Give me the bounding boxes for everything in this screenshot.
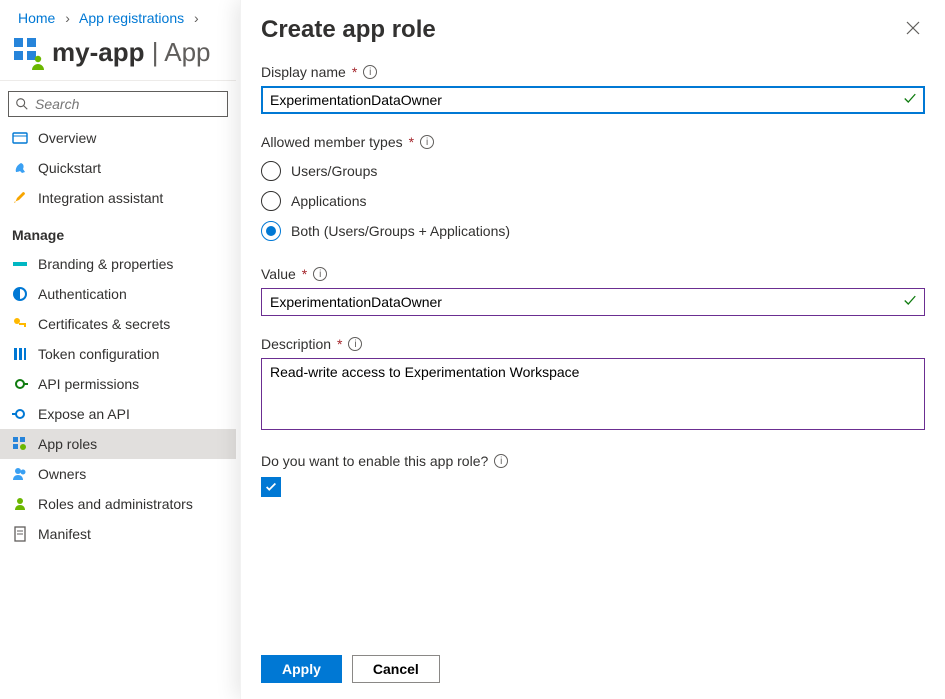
sidebar-item-label: Branding & properties — [38, 256, 173, 272]
sidebar-item-app-roles[interactable]: App roles — [0, 429, 236, 459]
value-input[interactable] — [261, 288, 925, 316]
description-input[interactable] — [261, 358, 925, 430]
sidebar-item-token-configuration[interactable]: Token configuration — [0, 339, 236, 369]
sidebar-item-label: Quickstart — [38, 160, 101, 176]
branding-icon — [12, 256, 28, 272]
sidebar-item-roles-administrators[interactable]: Roles and administrators — [0, 489, 236, 519]
radio-icon — [261, 161, 281, 181]
manifest-icon — [12, 526, 28, 542]
api-permissions-icon — [12, 376, 28, 392]
sidebar-item-expose-api[interactable]: Expose an API — [0, 399, 236, 429]
radio-users-groups[interactable]: Users/Groups — [261, 156, 925, 186]
sidebar-item-label: Certificates & secrets — [38, 316, 170, 332]
sidebar-item-label: API permissions — [38, 376, 139, 392]
apply-button[interactable]: Apply — [261, 655, 342, 683]
sidebar-item-authentication[interactable]: Authentication — [0, 279, 236, 309]
sidebar-item-label: Authentication — [38, 286, 127, 302]
cancel-button[interactable]: Cancel — [352, 655, 440, 683]
sidebar-item-branding[interactable]: Branding & properties — [0, 249, 236, 279]
sidebar-item-certificates-secrets[interactable]: Certificates & secrets — [0, 309, 236, 339]
overview-icon — [12, 130, 28, 146]
sidebar-item-overview[interactable]: Overview — [0, 123, 236, 153]
info-icon[interactable]: i — [363, 65, 377, 79]
chevron-right-icon: › — [65, 10, 70, 26]
description-label: Description — [261, 336, 331, 352]
enable-role-checkbox[interactable] — [261, 477, 281, 497]
sidebar-item-integration-assistant[interactable]: Integration assistant — [0, 183, 236, 213]
sidebar-group-manage: Manage — [0, 213, 236, 249]
app-roles-icon — [12, 436, 28, 452]
token-icon — [12, 346, 28, 362]
radio-icon — [261, 221, 281, 241]
enable-role-label: Do you want to enable this app role? — [261, 453, 488, 469]
close-button[interactable] — [901, 16, 925, 43]
value-label: Value — [261, 266, 296, 282]
radio-icon — [261, 191, 281, 211]
chevron-right-icon: › — [194, 10, 199, 26]
info-icon[interactable]: i — [420, 135, 434, 149]
key-icon — [12, 316, 28, 332]
sidebar-item-manifest[interactable]: Manifest — [0, 519, 236, 549]
panel-title: Create app role — [261, 16, 901, 44]
breadcrumb-app-registrations[interactable]: App registrations — [79, 10, 184, 26]
admin-icon — [12, 496, 28, 512]
sidebar-item-label: Roles and administrators — [38, 496, 193, 512]
display-name-label: Display name — [261, 64, 346, 80]
sidebar-item-api-permissions[interactable]: API permissions — [0, 369, 236, 399]
required-indicator: * — [337, 336, 342, 352]
sidebar-item-label: Expose an API — [38, 406, 130, 422]
rocket-icon — [12, 190, 28, 206]
info-icon[interactable]: i — [348, 337, 362, 351]
info-icon[interactable]: i — [494, 454, 508, 468]
close-icon — [905, 20, 921, 36]
sidebar-item-quickstart[interactable]: Quickstart — [0, 153, 236, 183]
sidebar-item-label: Manifest — [38, 526, 91, 542]
info-icon[interactable]: i — [313, 267, 327, 281]
sidebar-item-label: App roles — [38, 436, 97, 452]
checkmark-icon — [264, 480, 278, 494]
app-icon — [12, 36, 44, 68]
required-indicator: * — [302, 266, 307, 282]
checkmark-icon — [903, 294, 917, 311]
breadcrumb-home[interactable]: Home — [18, 10, 55, 26]
allowed-member-types-label: Allowed member types — [261, 134, 403, 150]
expose-api-icon — [12, 406, 28, 422]
required-indicator: * — [352, 64, 357, 80]
sidebar: Overview Quickstart Integration assistan… — [0, 80, 236, 549]
radio-applications[interactable]: Applications — [261, 186, 925, 216]
quickstart-icon — [12, 160, 28, 176]
radio-label: Applications — [291, 193, 367, 209]
search-icon — [15, 97, 29, 111]
page-title: my-app | App — [52, 37, 211, 68]
radio-both[interactable]: Both (Users/Groups + Applications) — [261, 216, 925, 246]
sidebar-item-owners[interactable]: Owners — [0, 459, 236, 489]
sidebar-item-label: Token configuration — [38, 346, 159, 362]
checkmark-icon — [903, 92, 917, 109]
create-app-role-panel: Create app role Display name * i Allowed… — [240, 0, 945, 699]
sidebar-item-label: Overview — [38, 130, 96, 146]
radio-label: Both (Users/Groups + Applications) — [291, 223, 510, 239]
display-name-input[interactable] — [261, 86, 925, 114]
search-input[interactable] — [35, 96, 221, 112]
sidebar-item-label: Owners — [38, 466, 86, 482]
required-indicator: * — [409, 134, 414, 150]
owners-icon — [12, 466, 28, 482]
search-box[interactable] — [8, 91, 228, 117]
radio-label: Users/Groups — [291, 163, 377, 179]
sidebar-item-label: Integration assistant — [38, 190, 163, 206]
authentication-icon — [12, 286, 28, 302]
